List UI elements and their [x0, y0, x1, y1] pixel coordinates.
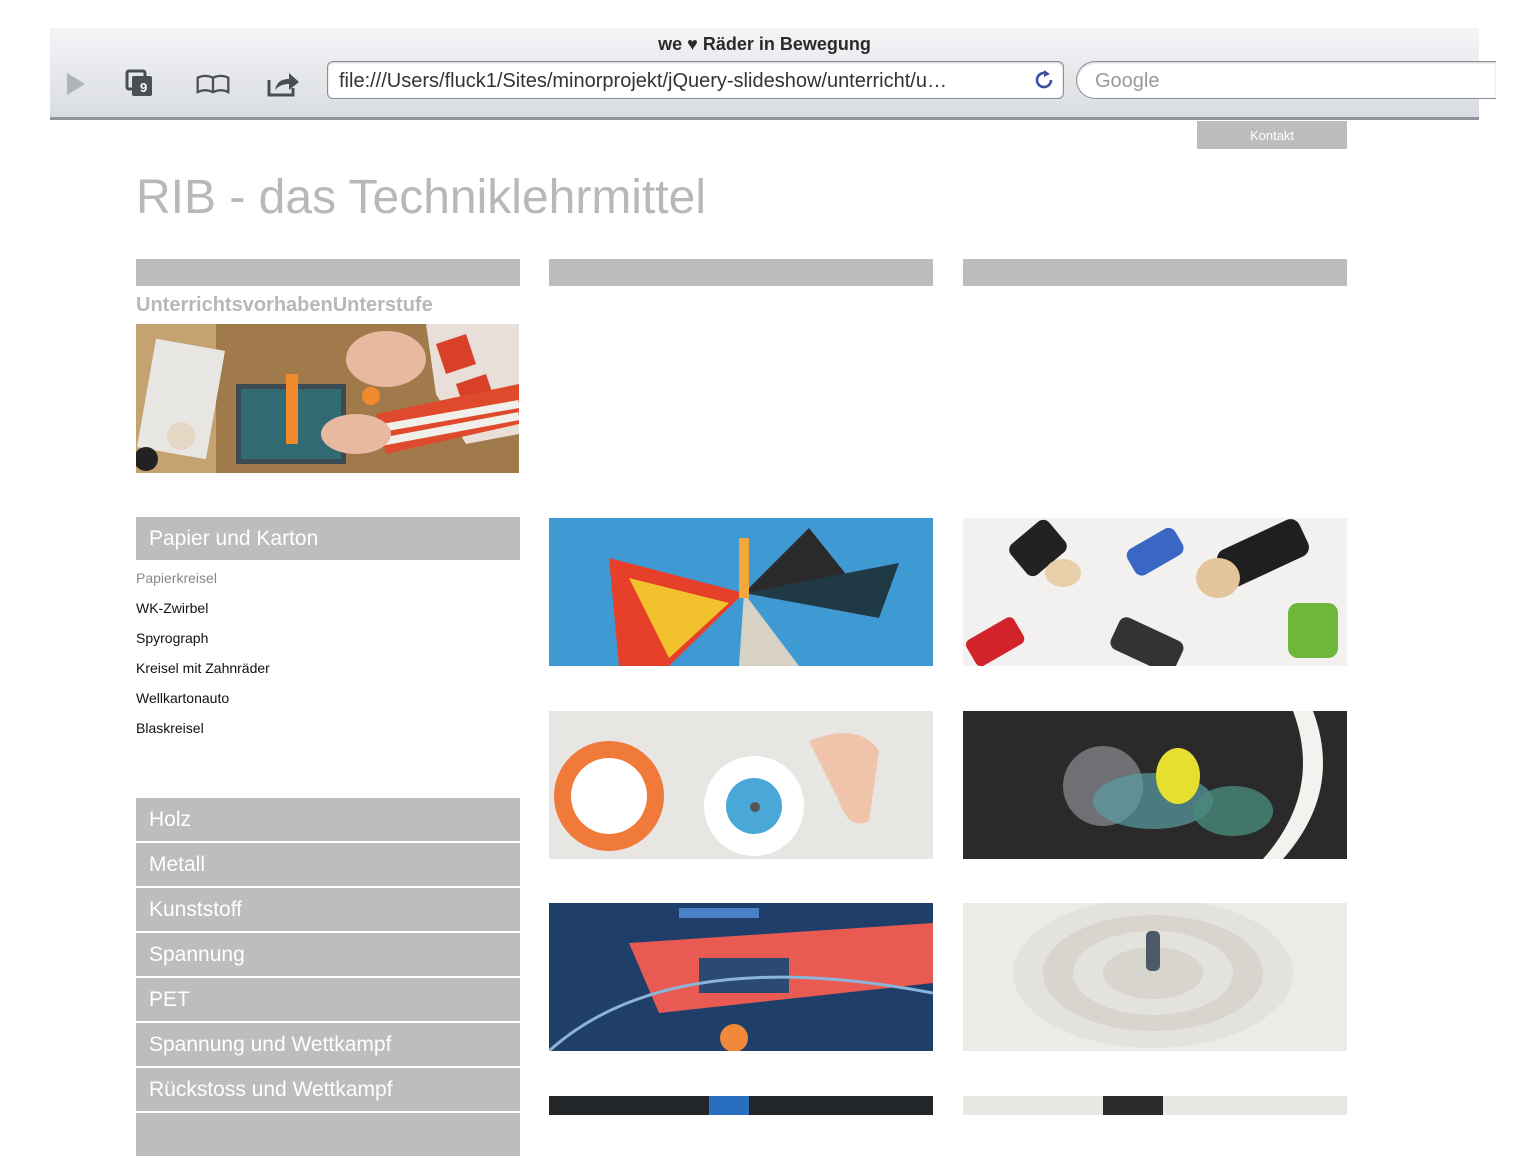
category-rueckstoss-und-wettkampf[interactable]: Rückstoss und Wettkampf	[136, 1068, 520, 1111]
page-title: RIB - das Techniklehrmittel	[136, 171, 706, 224]
category-metall[interactable]: Metall	[136, 843, 520, 886]
subcategory-item[interactable]: WK-Zwirbel	[136, 598, 270, 628]
url-field[interactable]: file:///Users/fluck1/Sites/minorprojekt/…	[327, 61, 1064, 99]
share-icon	[267, 73, 299, 97]
column-header-bar-3	[963, 259, 1347, 286]
thumbnail-partial-2[interactable]	[963, 1096, 1347, 1115]
category-spannung-und-wettkampf[interactable]: Spannung und Wettkampf	[136, 1023, 520, 1066]
thumbnail-bottle-car[interactable]	[963, 711, 1347, 859]
subcategory-item[interactable]: Kreisel mit Zahnräder	[136, 658, 270, 688]
column-header-bar-2	[549, 259, 933, 286]
url-text: file:///Users/fluck1/Sites/minorprojekt/…	[339, 70, 947, 92]
thumbnail-spinning-tops[interactable]	[963, 518, 1347, 666]
category-spannung[interactable]: Spannung	[136, 933, 520, 976]
thumbnail-spirograph[interactable]	[549, 903, 933, 1051]
reload-icon[interactable]	[1033, 69, 1055, 91]
kontakt-link[interactable]: Kontakt	[1197, 121, 1347, 149]
category-more[interactable]	[136, 1113, 520, 1156]
column-header-bar-1	[136, 259, 520, 286]
tabs-button[interactable]: 9	[122, 68, 158, 100]
subcategory-item[interactable]: Blaskreisel	[136, 718, 270, 748]
subcategory-list: Papierkreisel WK-Zwirbel Spyrograph Krei…	[136, 568, 270, 748]
search-field[interactable]: Google	[1076, 61, 1496, 99]
share-button[interactable]	[265, 68, 301, 100]
category-papier-und-karton[interactable]: Papier und Karton	[136, 517, 520, 560]
section-label: UnterrichtsvorhabenUnterstufe	[136, 294, 433, 316]
category-pet[interactable]: PET	[136, 978, 520, 1021]
search-placeholder: Google	[1095, 70, 1160, 92]
subcategory-item[interactable]: Spyrograph	[136, 628, 270, 658]
hero-photo	[136, 324, 519, 473]
thumbnail-spiral-disk[interactable]	[963, 903, 1347, 1051]
subcategory-item[interactable]: Papierkreisel	[136, 568, 270, 598]
bookmarks-icon	[196, 74, 230, 94]
window-title: we ♥ Räder in Bewegung	[658, 34, 871, 54]
category-list: Holz Metall Kunststoff Spannung PET Span…	[136, 798, 520, 1158]
thumbnail-paper-spinners[interactable]	[549, 711, 933, 859]
category-kunststoff[interactable]: Kunststoff	[136, 888, 520, 931]
thumbnail-pinwheel[interactable]	[549, 518, 933, 666]
thumbnail-partial-1[interactable]	[549, 1096, 933, 1115]
play-icon[interactable]	[58, 68, 94, 100]
category-holz[interactable]: Holz	[136, 798, 520, 841]
bookmarks-button[interactable]	[195, 68, 231, 100]
subcategory-item[interactable]: Wellkartonauto	[136, 688, 270, 718]
tab-count: 9	[140, 80, 148, 95]
browser-toolbar: we ♥ Räder in Bewegung 9 file:///Users/f…	[50, 28, 1496, 120]
